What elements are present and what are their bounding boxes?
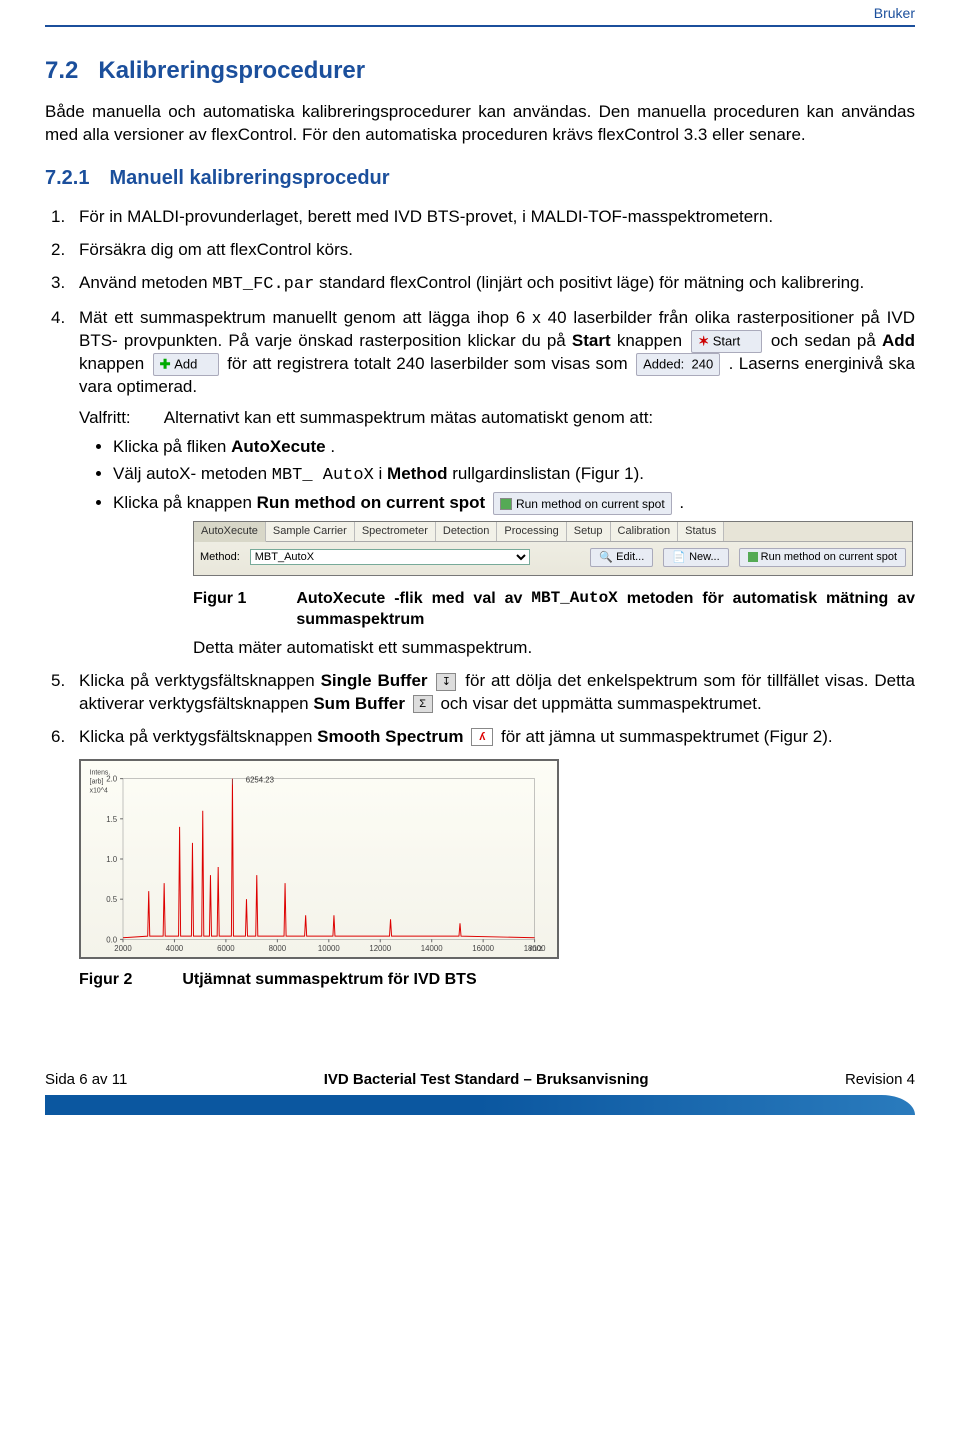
start-bold: Start [572,331,611,350]
tab-row: AutoXecute Sample Carrier Spectrometer D… [194,522,912,542]
svg-text:8000: 8000 [269,944,287,953]
start-button-inline[interactable]: ✶ Start [691,330,761,353]
svg-text:0.0: 0.0 [106,935,118,944]
subsection-number: 7.2.1 [45,165,89,192]
fig2-text: Utjämnat summaspektrum för IVD BTS [182,969,476,991]
smooth-spectrum-bold: Smooth Spectrum [317,727,463,746]
add-button-inline[interactable]: ✚ Add [153,353,219,376]
tab-setup[interactable]: Setup [567,522,611,541]
tab-sample-carrier[interactable]: Sample Carrier [266,522,355,541]
start-btn-label: Start [713,334,740,349]
autoxecute-bold: AutoXecute [231,437,325,456]
tab-calibration[interactable]: Calibration [611,522,679,541]
svg-text:x10^4: x10^4 [90,787,108,794]
svg-text:[arb]: [arb] [90,778,104,785]
tab-spectrometer[interactable]: Spectrometer [355,522,436,541]
svg-text:14000: 14000 [421,944,443,953]
sub-step-1: Klicka på fliken AutoXecute . [113,436,915,459]
run-method-bold: Run method on current spot [257,493,486,512]
svg-text:4000: 4000 [166,944,184,953]
sum-buffer-icon[interactable]: Σ [413,695,433,713]
green-run-icon [748,552,758,562]
tab-status[interactable]: Status [678,522,724,541]
section-7-2-1-heading: 7.2.1 Manuell kalibreringsprocedur [45,165,915,192]
intro-paragraph: Både manuella och automatiska kalibrerin… [45,101,915,147]
run-method-button-inline[interactable]: Run method on current spot [493,492,672,515]
step-2: Försäkra dig om att flexControl körs. [45,239,915,262]
step-6: Klicka på verktygsfältsknappen Smooth Sp… [45,726,915,749]
step-3: Använd metoden MBT_FC.par standard flexC… [45,272,915,297]
edit-button[interactable]: 🔍 Edit... [590,548,653,567]
add-bold: Add [882,331,915,350]
svg-text:10000: 10000 [318,944,340,953]
sum-buffer-bold: Sum Buffer [313,694,405,713]
step3-b: standard flexControl (linjärt och positi… [314,273,864,292]
page-footer: Sida 6 av 11 IVD Bacterial Test Standard… [45,1060,915,1120]
single-buffer-bold: Single Buffer [321,671,428,690]
method-label: Method: [200,550,240,565]
svg-text:6254.23: 6254.23 [246,775,275,784]
method-select[interactable]: MBT_AutoX [250,549,530,565]
added-label: Added: [643,357,684,372]
svg-text:Intens.: Intens. [90,770,111,777]
mbt-autox-code: MBT_ AutoX [272,466,374,485]
tab-detection[interactable]: Detection [436,522,497,541]
footer-right: Revision 4 [845,1070,915,1090]
footer-blue-bar [45,1095,915,1115]
method-bold: Method [387,464,447,483]
fig1-label: Figur 1 [193,588,246,631]
section-title: Kalibreringsprocedurer [98,55,365,87]
step3-code: MBT_FC.par [212,275,314,294]
brand-header: Bruker [45,0,915,25]
s4e: för att registrera totalt 240 laserbilde… [227,354,633,373]
optional-label: Valfritt: [79,407,159,430]
step-1: För in MALDI-provunderlaget, berett med … [45,206,915,229]
svg-text:12000: 12000 [369,944,391,953]
svg-text:1.0: 1.0 [106,855,118,864]
subsection-title: Manuell kalibreringsprocedur [109,165,389,192]
step3-a: Använd metoden [79,273,212,292]
figure-2-caption: Figur 2 Utjämnat summaspektrum för IVD B… [79,969,915,991]
step-5: Klicka på verktygsfältsknappen Single Bu… [45,670,915,716]
header-rule [45,25,915,27]
figure-1-autoxecute-panel: AutoXecute Sample Carrier Spectrometer D… [193,521,913,576]
figure-2-spectrum-chart: 2000400060008000100001200014000160001800… [79,759,559,959]
star-icon: ✶ [698,334,709,349]
section-7-2-heading: 7.2 Kalibreringsprocedurer [45,55,915,87]
svg-text:16000: 16000 [472,944,494,953]
svg-text:6000: 6000 [217,944,235,953]
svg-text:m/z: m/z [530,944,543,953]
green-run-icon [500,498,512,510]
added-value: 240 [692,357,714,372]
new-button[interactable]: 📄 New... [663,548,728,567]
figure-1-caption: Figur 1 AutoXecute -flik med val av MBT_… [193,588,915,631]
single-buffer-icon[interactable]: ↧ [436,673,456,691]
plus-icon: ✚ [160,357,171,372]
svg-text:1.5: 1.5 [106,815,118,824]
tab-processing[interactable]: Processing [497,522,566,541]
s4b: knappen [611,331,689,350]
run-method-button[interactable]: Run method on current spot [739,548,906,567]
add-btn-label: Add [174,357,197,372]
footer-center: IVD Bacterial Test Standard – Bruksanvis… [324,1070,649,1090]
svg-text:2000: 2000 [114,944,132,953]
section-number: 7.2 [45,55,78,87]
s4d: knappen [79,354,150,373]
tab-autoxecute[interactable]: AutoXecute [194,522,266,542]
sub-step-2: Välj autoX- metoden MBT_ AutoX i Method … [113,463,915,488]
footer-left: Sida 6 av 11 [45,1070,127,1090]
fig1-followup: Detta mäter automatiskt ett summaspektru… [193,637,915,660]
optional-text: Alternativt kan ett summaspektrum mätas … [164,407,910,430]
sub-step-3: Klicka på knappen Run method on current … [113,492,915,515]
fig2-label: Figur 2 [79,969,132,991]
step-4: Mät ett summaspektrum manuellt genom att… [45,307,915,660]
added-display: Added: 240 [636,353,720,376]
smooth-spectrum-icon[interactable]: ʎ [471,728,493,746]
run-btn-label: Run method on current spot [516,497,665,511]
svg-text:0.5: 0.5 [106,895,118,904]
s4c: och sedan på [771,331,882,350]
